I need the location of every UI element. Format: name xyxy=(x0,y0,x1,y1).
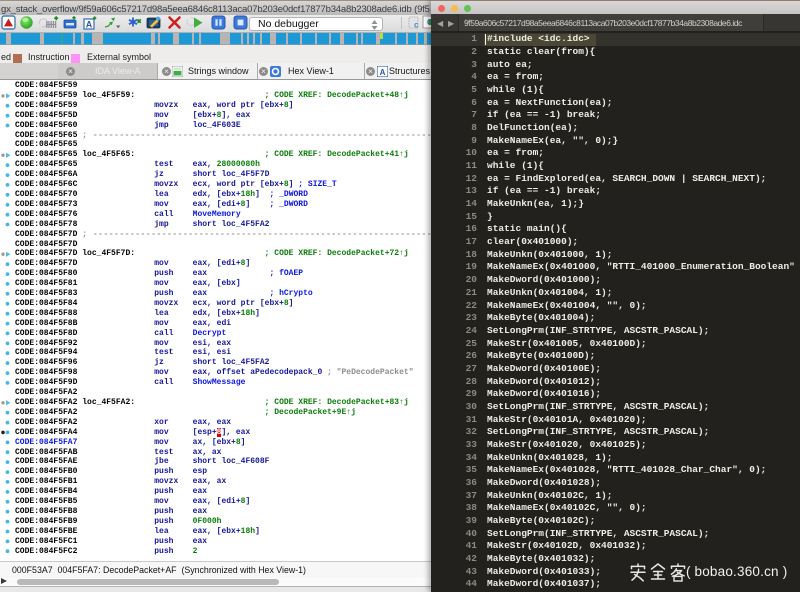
svg-text:c: c xyxy=(414,21,419,30)
svg-text:A: A xyxy=(380,68,386,77)
svg-text:A: A xyxy=(86,19,93,29)
